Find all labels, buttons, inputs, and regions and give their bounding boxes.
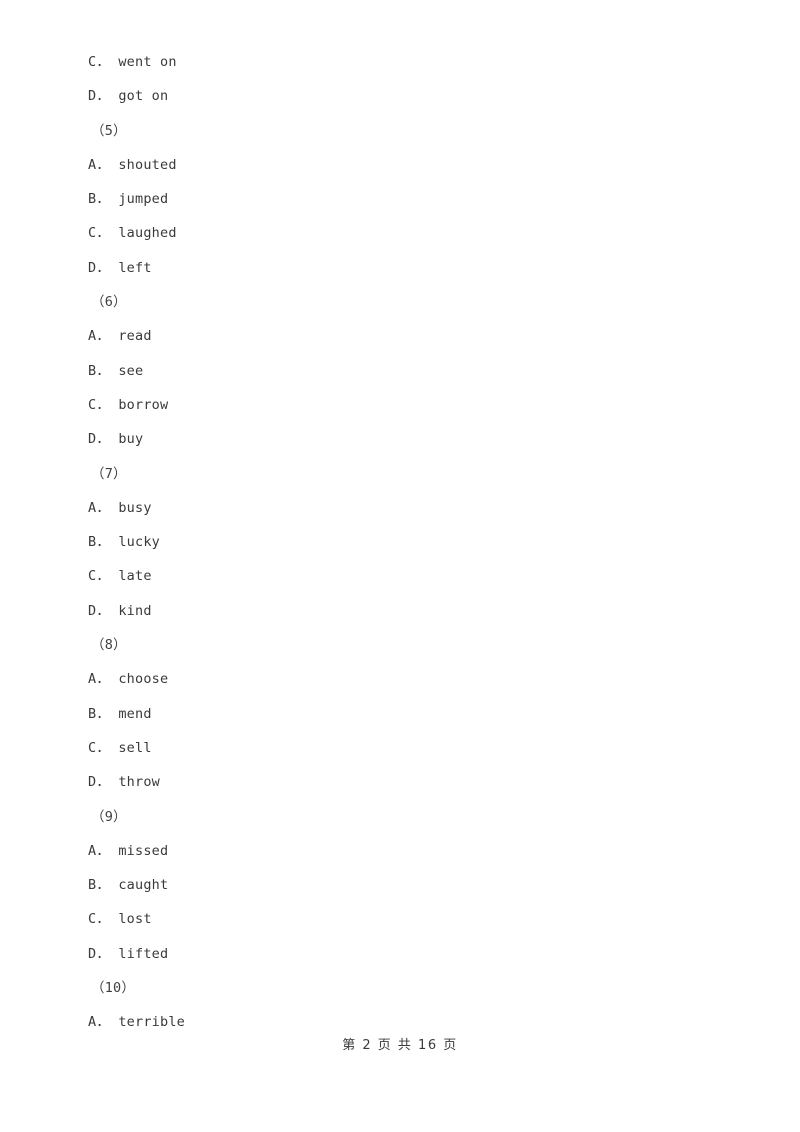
question-number: （5） <box>88 114 708 148</box>
question-number-label: （6） <box>91 294 127 311</box>
answer-option: D． left <box>88 251 708 285</box>
option-separator: ． <box>96 602 111 619</box>
option-text: lucky <box>118 534 160 551</box>
option-separator: ． <box>96 774 111 791</box>
question-number: （6） <box>88 285 708 319</box>
answer-option: C． borrow <box>88 388 708 422</box>
option-separator: ． <box>96 191 111 208</box>
answer-option: B． mend <box>88 697 708 731</box>
option-text: got on <box>118 88 169 105</box>
option-separator: ． <box>96 54 111 70</box>
answer-option: C． late <box>88 559 708 593</box>
question-number: （7） <box>88 457 708 491</box>
question-number: （9） <box>88 800 708 834</box>
option-separator: ． <box>96 568 111 585</box>
answer-option: B． see <box>88 354 708 388</box>
answer-option: C． lost <box>88 902 708 936</box>
option-separator: ． <box>96 328 111 345</box>
option-text: sell <box>118 739 152 756</box>
option-text: mend <box>118 705 152 722</box>
option-separator: ． <box>96 945 111 962</box>
option-text: late <box>118 568 152 585</box>
option-separator: ． <box>96 911 111 928</box>
option-separator: ． <box>96 877 111 894</box>
option-text: choose <box>118 671 169 688</box>
question-number: （10） <box>88 971 708 1005</box>
option-text: caught <box>118 877 169 894</box>
option-text: borrow <box>118 396 169 413</box>
option-separator: ． <box>96 396 111 413</box>
option-text: busy <box>118 499 152 516</box>
answer-option: B． jumped <box>88 182 708 216</box>
answer-option: D． throw <box>88 765 708 799</box>
option-text: laughed <box>118 225 177 242</box>
question-number: （8） <box>88 628 708 662</box>
question-number-label: （5） <box>91 122 127 139</box>
question-number-label: （8） <box>91 637 127 654</box>
option-text: missed <box>118 842 169 859</box>
question-number-label: （7） <box>91 465 127 482</box>
option-text: kind <box>118 602 152 619</box>
answer-option: A． busy <box>88 491 708 525</box>
option-separator: ． <box>96 534 111 551</box>
answer-option: C． laughed <box>88 216 708 250</box>
question-options-list: C． went on D． got on （5） A． shouted B． jumpe… <box>88 45 708 1040</box>
option-text: throw <box>118 774 160 791</box>
option-text: buy <box>118 431 144 448</box>
answer-option: B． lucky <box>88 525 708 559</box>
answer-option: D． got on <box>88 79 708 113</box>
page-footer: 第 2 页 共 16 页 <box>342 1038 458 1053</box>
option-separator: ． <box>96 1014 111 1031</box>
option-text: jumped <box>118 191 169 208</box>
option-separator: ． <box>96 671 111 688</box>
option-separator: ． <box>96 156 111 173</box>
answer-option: C． sell <box>88 731 708 765</box>
option-separator: ． <box>96 259 111 276</box>
option-text: terrible <box>118 1014 185 1031</box>
answer-option: D． kind <box>88 594 708 628</box>
option-separator: ． <box>96 362 111 379</box>
option-text: read <box>118 328 152 345</box>
question-number-label: （10） <box>91 980 136 997</box>
answer-option: A． read <box>88 319 708 353</box>
option-text: left <box>118 259 152 276</box>
answer-option: D． lifted <box>88 937 708 971</box>
question-number-label: （9） <box>91 808 127 825</box>
option-separator: ． <box>96 499 111 516</box>
option-separator: ． <box>96 739 111 756</box>
option-separator: ． <box>96 225 111 242</box>
option-text: lost <box>118 911 152 928</box>
answer-option: B． caught <box>88 868 708 902</box>
option-separator: ． <box>96 88 111 105</box>
answer-option: A． choose <box>88 662 708 696</box>
option-text: lifted <box>118 945 169 962</box>
answer-option: D． buy <box>88 422 708 456</box>
option-separator: ． <box>96 705 111 722</box>
option-text: went on <box>118 54 177 70</box>
option-separator: ． <box>96 431 111 448</box>
option-text: shouted <box>118 156 177 173</box>
document-page: C． went on D． got on （5） A． shouted B． jumpe… <box>0 0 800 1132</box>
answer-option: A． shouted <box>88 148 708 182</box>
answer-option: A． missed <box>88 834 708 868</box>
option-text: see <box>118 362 144 379</box>
answer-option: C． went on <box>88 45 708 79</box>
option-separator: ． <box>96 842 111 859</box>
